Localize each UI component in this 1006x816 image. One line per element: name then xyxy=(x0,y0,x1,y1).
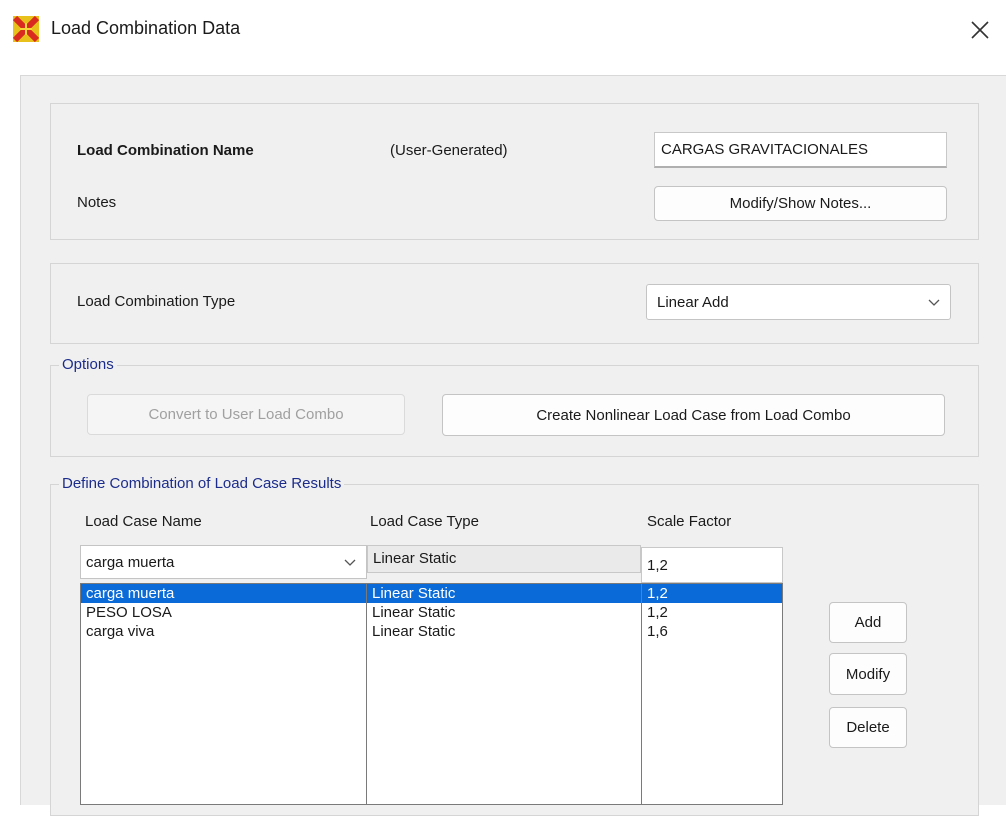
chevron-down-icon xyxy=(344,559,356,566)
list-item[interactable]: Linear Static xyxy=(367,584,641,603)
load-case-type-value: Linear Static xyxy=(373,550,457,567)
notes-label: Notes xyxy=(77,194,117,211)
load-case-name-select[interactable]: carga muerta xyxy=(80,545,367,579)
title-bar: Load Combination Data xyxy=(0,0,1006,56)
user-generated-label: (User-Generated) xyxy=(390,142,508,159)
options-title: Options xyxy=(59,356,117,373)
scale-factor-value: 1,2 xyxy=(647,556,668,574)
list-item[interactable]: carga viva xyxy=(81,622,366,641)
load-case-type-header: Load Case Type xyxy=(370,513,479,530)
load-case-name-header: Load Case Name xyxy=(85,513,202,530)
list-item[interactable]: PESO LOSA xyxy=(81,603,366,622)
window-title: Load Combination Data xyxy=(51,18,241,38)
options-panel: Convert to User Load Combo Create Nonlin… xyxy=(50,365,979,457)
combination-type-panel: Load Combination Type Linear Add xyxy=(50,263,979,344)
combination-name-label: Load Combination Name xyxy=(77,142,254,159)
convert-to-user-combo-button[interactable]: Convert to User Load Combo xyxy=(87,394,405,435)
app-logo-icon xyxy=(13,16,39,42)
combination-name-input[interactable]: CARGAS GRAVITACIONALES xyxy=(654,132,947,168)
dialog-body: Load Combination Name (User-Generated) C… xyxy=(20,75,1006,816)
load-case-name-value: carga muerta xyxy=(86,553,175,571)
list-item[interactable]: Linear Static xyxy=(367,603,641,622)
scale-factor-input[interactable]: 1,2 xyxy=(641,547,783,583)
modify-show-notes-button[interactable]: Modify/Show Notes... xyxy=(654,186,947,221)
combination-name-value: CARGAS GRAVITACIONALES xyxy=(661,141,868,158)
list-item[interactable]: 1,2 xyxy=(642,603,782,622)
name-panel: Load Combination Name (User-Generated) C… xyxy=(50,103,979,240)
load-case-type-display: Linear Static xyxy=(367,545,641,573)
load-case-type-list[interactable]: Linear Static Linear Static Linear Stati… xyxy=(366,583,642,805)
close-icon[interactable] xyxy=(960,10,1000,50)
load-case-name-list[interactable]: carga muerta PESO LOSA carga viva xyxy=(80,583,367,805)
list-item[interactable]: carga muerta xyxy=(81,584,366,603)
chevron-down-icon xyxy=(928,299,940,306)
define-combination-title: Define Combination of Load Case Results xyxy=(59,475,345,492)
scale-factor-list[interactable]: 1,2 1,2 1,6 xyxy=(641,583,783,805)
combination-type-value: Linear Add xyxy=(657,293,729,311)
scale-factor-header: Scale Factor xyxy=(647,513,732,530)
list-item[interactable]: Linear Static xyxy=(367,622,641,641)
add-button[interactable]: Add xyxy=(829,602,907,643)
list-item[interactable]: 1,6 xyxy=(642,622,782,641)
combination-type-label: Load Combination Type xyxy=(77,293,236,310)
delete-button[interactable]: Delete xyxy=(829,707,907,748)
modify-button[interactable]: Modify xyxy=(829,653,907,695)
list-item[interactable]: 1,2 xyxy=(642,584,782,603)
combination-type-select[interactable]: Linear Add xyxy=(646,284,951,320)
define-combination-panel: Load Case Name Load Case Type Scale Fact… xyxy=(50,484,979,816)
create-nonlinear-case-button[interactable]: Create Nonlinear Load Case from Load Com… xyxy=(442,394,945,436)
